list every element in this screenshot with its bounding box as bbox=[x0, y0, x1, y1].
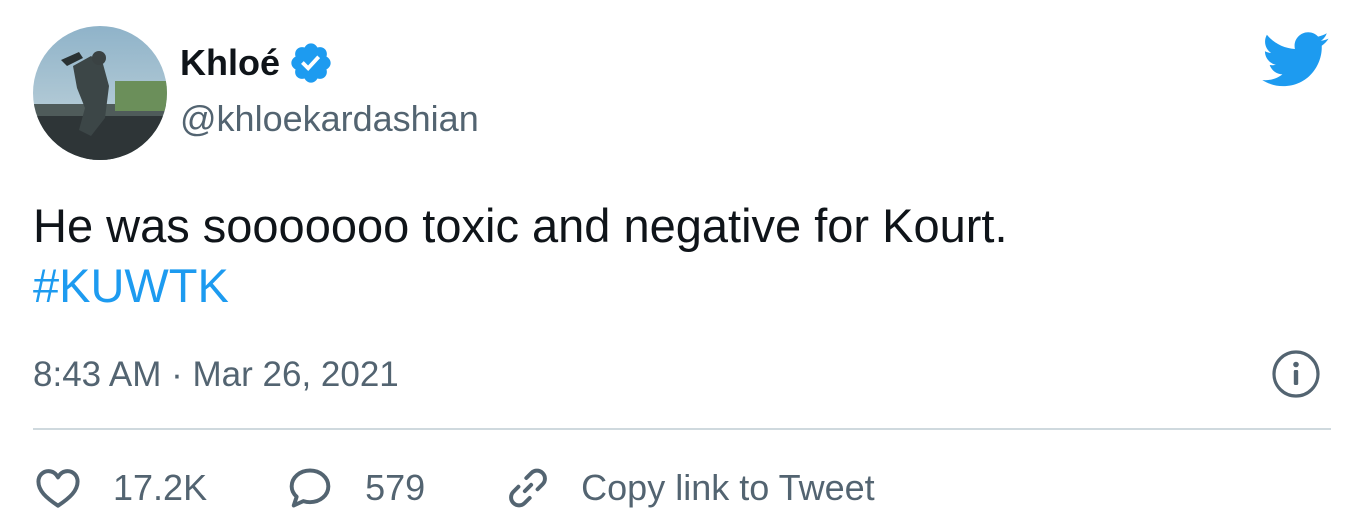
divider bbox=[33, 428, 1331, 430]
speech-bubble-icon bbox=[289, 468, 331, 508]
tweet-actions: 17.2K 579 Copy link to Tweet bbox=[33, 460, 953, 516]
avatar-photo bbox=[33, 26, 167, 160]
copy-link-label: Copy link to Tweet bbox=[581, 467, 875, 508]
copy-link-button[interactable]: Copy link to Tweet bbox=[503, 463, 875, 513]
tweet-timestamp[interactable]: 8:43 AM · Mar 26, 2021 bbox=[33, 352, 399, 398]
tweet-card: Khloé @khloekardashian He was sooooooo t… bbox=[0, 0, 1362, 528]
link-icon bbox=[509, 468, 548, 508]
info-icon[interactable] bbox=[1270, 348, 1322, 400]
reply-button[interactable]: 579 bbox=[285, 463, 425, 513]
hashtag-link[interactable]: #KUWTK bbox=[33, 256, 1323, 316]
reply-count: 579 bbox=[365, 467, 426, 508]
tweet-text: He was sooooooo toxic and negative for K… bbox=[33, 196, 1323, 316]
author-handle[interactable]: @khloekardashian bbox=[180, 96, 479, 142]
heart-icon bbox=[36, 469, 80, 508]
like-count: 17.2K bbox=[113, 467, 208, 508]
avatar[interactable] bbox=[33, 26, 167, 160]
twitter-bird-icon[interactable] bbox=[1262, 32, 1330, 88]
like-button[interactable]: 17.2K bbox=[33, 463, 207, 513]
tweet-body: He was sooooooo toxic and negative for K… bbox=[33, 199, 1008, 252]
author-name-row: Khloé bbox=[180, 40, 334, 86]
verified-badge-icon bbox=[288, 40, 334, 86]
author-name[interactable]: Khloé bbox=[180, 40, 280, 86]
